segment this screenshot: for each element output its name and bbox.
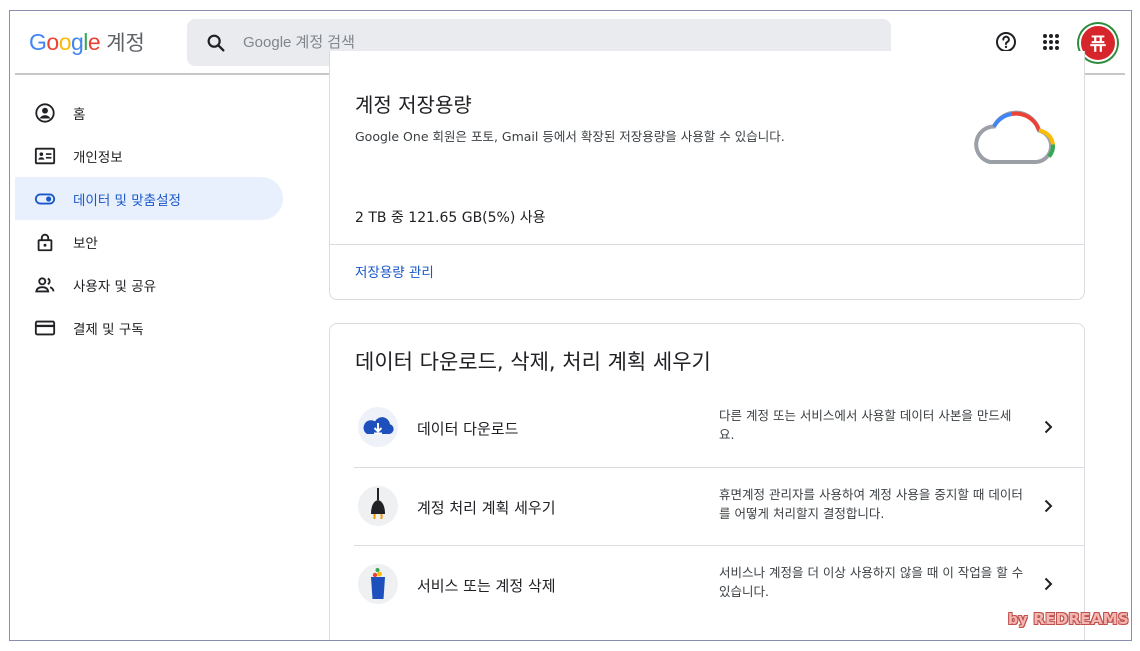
row-description: 다른 계정 또는 서비스에서 사용할 데이터 사본을 만드세요. — [719, 408, 1012, 442]
row-title: 데이터 다운로드 — [417, 420, 519, 438]
google-logo: Google — [29, 29, 101, 56]
brand[interactable]: Google 계정 — [29, 27, 145, 57]
chevron-right-icon[interactable] — [1038, 417, 1058, 437]
row-title: 서비스 또는 계정 삭제 — [417, 577, 556, 595]
watermark-name: REDREAMS — [1033, 610, 1130, 628]
data-management-card: 데이터 다운로드, 삭제, 처리 계획 세우기 데이터 다운로드 다른 계정 또… — [329, 323, 1085, 640]
search-icon[interactable] — [205, 32, 227, 54]
sidebar-item-home[interactable]: 홈 — [15, 91, 283, 134]
row-delete-account[interactable]: 서비스 또는 계정 삭제 서비스나 계정을 더 이상 사용하지 않을 때 이 작… — [354, 546, 1084, 624]
row-description: 휴면계정 관리자를 사용하여 계정 사용을 중지할 때 데이터를 어떻게 처리할… — [719, 487, 1023, 521]
storage-card-description: Google One 회원은 포토, Gmail 등에서 확장된 저장용량을 사… — [355, 129, 785, 144]
row-download-data[interactable]: 데이터 다운로드 다른 계정 또는 서비스에서 사용할 데이터 사본을 만드세요… — [354, 389, 1084, 467]
row-title: 계정 처리 계획 세우기 — [417, 499, 556, 517]
logo-letter: o — [46, 29, 59, 55]
plug-icon — [358, 486, 398, 526]
chevron-right-icon[interactable] — [1038, 574, 1058, 594]
logo-letter: G — [29, 29, 47, 55]
avatar-text: 퓨 — [1089, 34, 1107, 55]
logo-letter: g — [70, 29, 84, 55]
data-card-title: 데이터 다운로드, 삭제, 처리 계획 세우기 — [355, 350, 711, 374]
sidebar-item-data-privacy[interactable]: 데이터 및 맞춤설정 — [15, 177, 283, 220]
toggle-icon — [34, 193, 56, 205]
sidebar-item-label: 사용자 및 공유 — [73, 278, 157, 295]
sidebar-item-label: 홈 — [73, 106, 86, 123]
sidebar: 홈 개인정보 데이터 및 맞춤설정 보안 사용자 및 공유 결제 및 구독 — [15, 91, 285, 349]
card-divider — [330, 244, 1084, 245]
lock-icon — [37, 233, 53, 252]
sidebar-item-label: 결제 및 구독 — [73, 321, 144, 338]
storage-card-title: 계정 저장용량 — [355, 93, 472, 117]
app-frame: Google 계정 퓨 — [9, 10, 1132, 641]
sidebar-item-label: 데이터 및 맞춤설정 — [73, 192, 181, 209]
logo-letter: e — [87, 29, 101, 55]
sidebar-item-security[interactable]: 보안 — [15, 220, 283, 263]
row-description: 서비스나 계정을 더 이상 사용하지 않을 때 이 작업을 할 수 있습니다. — [719, 565, 1024, 599]
logo-letter: o — [58, 29, 72, 55]
people-icon — [35, 277, 55, 293]
brand-suffix: 계정 — [106, 31, 145, 55]
account-circle-icon — [35, 103, 55, 123]
storage-card: 계정 저장용량 Google One 회원은 포토, Gmail 등에서 확장된… — [329, 51, 1085, 300]
cloud-download-icon — [358, 407, 398, 447]
sidebar-item-personal-info[interactable]: 개인정보 — [15, 134, 283, 177]
google-one-cloud-icon — [974, 110, 1056, 164]
sidebar-item-label: 보안 — [73, 235, 98, 252]
storage-usage-text: 2 TB 중 121.65 GB(5%) 사용 — [355, 210, 546, 226]
manage-storage-link[interactable]: 저장용량 관리 — [355, 261, 434, 281]
watermark-by: by — [1008, 612, 1028, 628]
sidebar-item-label: 개인정보 — [73, 149, 123, 166]
sidebar-item-payments[interactable]: 결제 및 구독 — [15, 306, 283, 349]
row-plan-account[interactable]: 계정 처리 계획 세우기 휴면계정 관리자를 사용하여 계정 사용을 중지할 때… — [354, 468, 1084, 546]
chevron-right-icon[interactable] — [1038, 496, 1058, 516]
trash-bin-icon — [358, 564, 398, 604]
id-card-icon — [34, 147, 56, 165]
sidebar-item-people-sharing[interactable]: 사용자 및 공유 — [15, 263, 283, 306]
credit-card-icon — [34, 320, 56, 336]
watermark: by REDREAMS — [1008, 610, 1129, 628]
